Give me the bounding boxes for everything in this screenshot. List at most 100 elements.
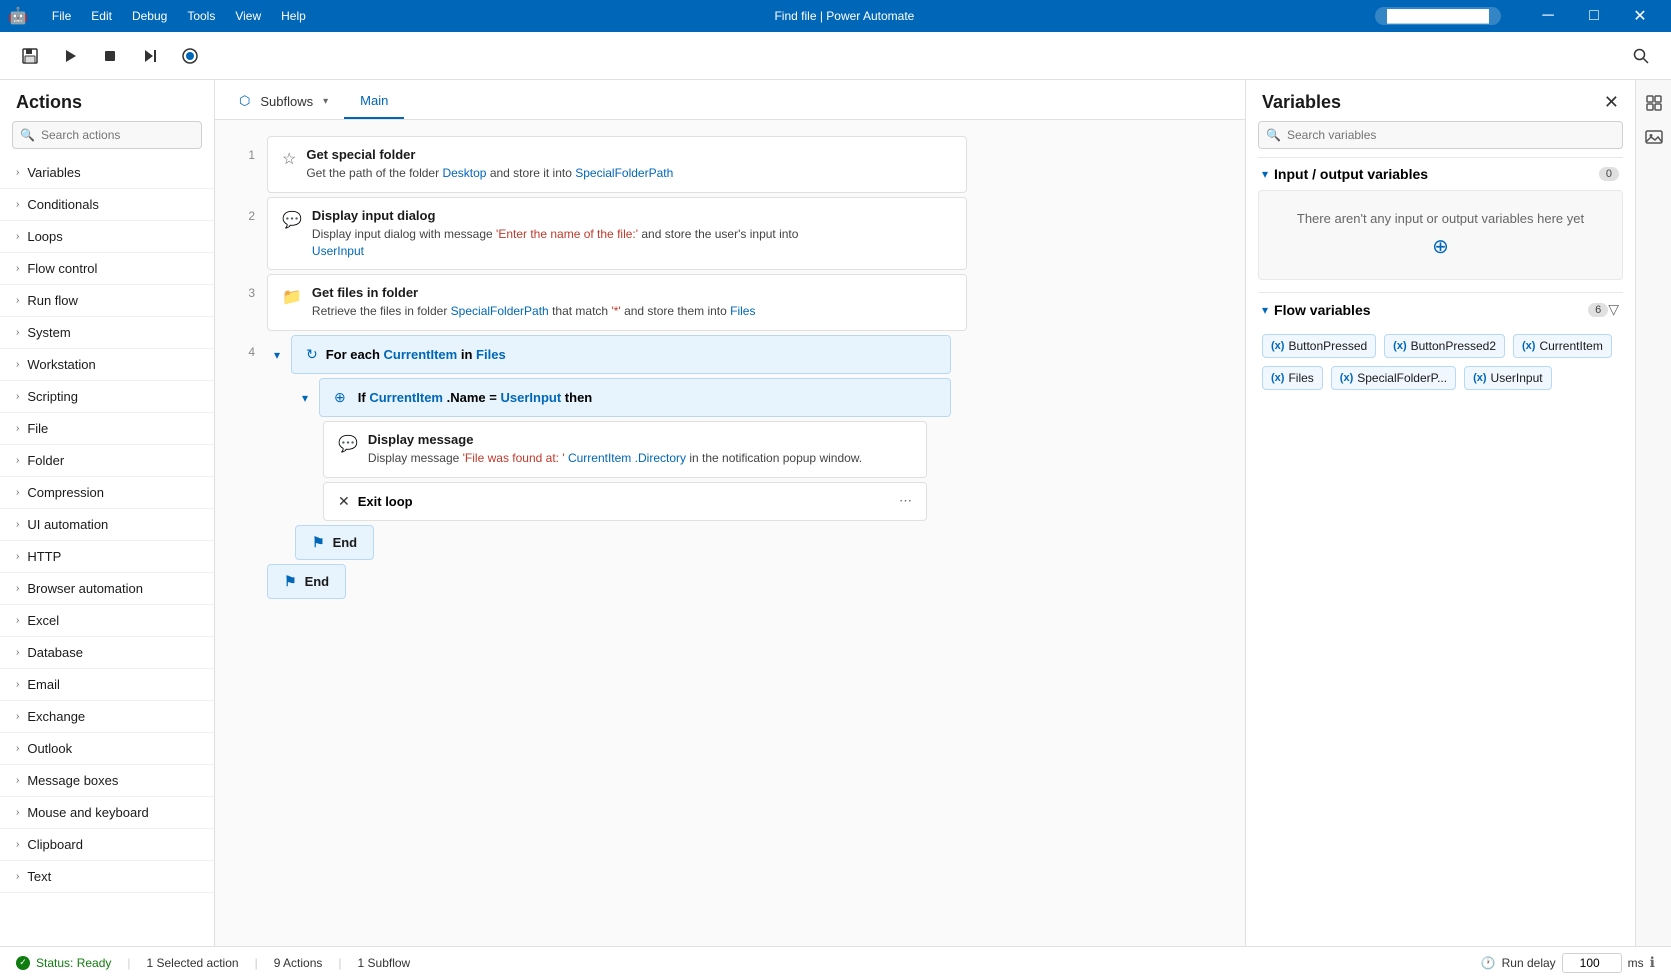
sidebar-item-scripting[interactable]: › Scripting: [0, 381, 214, 412]
exit-loop-row: ✕ Exit loop ⋯: [323, 482, 927, 521]
chevron-right-icon: ›: [16, 455, 19, 466]
maximize-button[interactable]: □: [1571, 0, 1617, 32]
if-collapse-icon[interactable]: ▾: [295, 388, 315, 408]
sidebar-item-label: Excel: [27, 613, 59, 628]
sidebar-item-run-flow[interactable]: › Run flow: [0, 285, 214, 316]
step-card-display-msg[interactable]: 💬 Display message Display message 'File …: [323, 421, 927, 478]
tab-main[interactable]: Main: [344, 83, 404, 119]
tab-subflows[interactable]: ⬡ Subflows ▾: [227, 83, 340, 119]
step-title-1: Get special folder: [306, 147, 952, 162]
var-item-buttonpressed2[interactable]: (x) ButtonPressed2: [1384, 334, 1505, 358]
close-button[interactable]: ✕: [1617, 0, 1663, 32]
var-item-files[interactable]: (x) Files: [1262, 366, 1323, 390]
menu-debug[interactable]: Debug: [124, 5, 175, 27]
var-desktop: Desktop: [442, 166, 486, 180]
sidebar-item-outlook[interactable]: › Outlook: [0, 733, 214, 764]
action-group-http: › HTTP: [0, 541, 214, 573]
var-files: Files: [730, 304, 755, 318]
if-prop: .Name: [447, 390, 486, 405]
var-item-userinput[interactable]: (x) UserInput: [1464, 366, 1551, 390]
sidebar-item-clipboard[interactable]: › Clipboard: [0, 829, 214, 860]
step-title-6: Display message: [368, 432, 912, 447]
actions-list: › Variables › Conditionals › Loops: [0, 157, 214, 946]
foreach-card[interactable]: ↻ For each CurrentItem in Files: [291, 335, 951, 374]
menu-help[interactable]: Help: [273, 5, 314, 27]
action-group-system: › System: [0, 317, 214, 349]
save-button[interactable]: [12, 38, 48, 74]
sidebar-item-compression[interactable]: › Compression: [0, 477, 214, 508]
step-card-get-files[interactable]: 📁 Get files in folder Retrieve the files…: [267, 274, 967, 331]
end-inner-card[interactable]: ⚑ End: [295, 525, 374, 560]
message-icon: 💬: [282, 210, 302, 230]
menu-file[interactable]: File: [44, 5, 79, 27]
sidebar-item-message-boxes[interactable]: › Message boxes: [0, 765, 214, 796]
io-section-title: Input / output variables: [1274, 166, 1593, 182]
search-actions-input[interactable]: [12, 121, 202, 149]
menu-edit[interactable]: Edit: [83, 5, 120, 27]
sidebar-item-http[interactable]: › HTTP: [0, 541, 214, 572]
end-inner-row: ⚑ End: [295, 525, 1229, 560]
sidebar-item-loops[interactable]: › Loops: [0, 221, 214, 252]
sidebar-item-mouse-keyboard[interactable]: › Mouse and keyboard: [0, 797, 214, 828]
end-outer-card[interactable]: ⚑ End: [267, 564, 346, 599]
run-delay-unit: ms: [1628, 956, 1644, 970]
end-outer-label: End: [305, 574, 330, 589]
sidebar-item-text[interactable]: › Text: [0, 861, 214, 892]
sidebar-item-label: Variables: [27, 165, 80, 180]
var-item-specialfolderpath[interactable]: (x) SpecialFolderP...: [1331, 366, 1456, 390]
action-group-clipboard: › Clipboard: [0, 829, 214, 861]
sidebar-item-excel[interactable]: › Excel: [0, 605, 214, 636]
step-card-get-special-folder[interactable]: ☆ Get special folder Get the path of the…: [267, 136, 967, 193]
search-variables-input[interactable]: [1258, 121, 1623, 149]
record-button[interactable]: [172, 38, 208, 74]
app-icon: 🤖: [8, 6, 28, 26]
filter-icon[interactable]: ▽: [1608, 301, 1619, 318]
status-sep-2: |: [255, 956, 258, 970]
var-files2-val: Files: [476, 347, 506, 362]
foreach-collapse-icon[interactable]: ▾: [267, 345, 287, 365]
var-name: CurrentItem: [1539, 339, 1602, 353]
menu-tools[interactable]: Tools: [179, 5, 223, 27]
stop-button[interactable]: [92, 38, 128, 74]
minimize-button[interactable]: ─: [1525, 0, 1571, 32]
sidebar-item-file[interactable]: › File: [0, 413, 214, 444]
sidebar-item-system[interactable]: › System: [0, 317, 214, 348]
var-item-currentitem[interactable]: (x) CurrentItem: [1513, 334, 1612, 358]
var-name: ButtonPressed: [1288, 339, 1367, 353]
canvas-panel: ⬡ Subflows ▾ Main 1 ☆ Get special folder: [215, 80, 1245, 946]
foreach-text: For each CurrentItem in Files: [326, 347, 506, 362]
assets-icon[interactable]: [1639, 88, 1669, 118]
var-item-buttonpressed[interactable]: (x) ButtonPressed: [1262, 334, 1376, 358]
sidebar-item-label: Database: [27, 645, 83, 660]
status-icon: ✓: [16, 956, 30, 970]
titlebar-menu: File Edit Debug Tools View Help: [44, 5, 314, 27]
step-desc-2: Display input dialog with message 'Enter…: [312, 226, 952, 260]
more-options-icon[interactable]: ⋯: [899, 493, 912, 509]
flow-section-header[interactable]: ▾ Flow variables 6 ▽: [1258, 292, 1623, 326]
sidebar-item-email[interactable]: › Email: [0, 669, 214, 700]
run-button[interactable]: [52, 38, 88, 74]
sidebar-item-label: Folder: [27, 453, 64, 468]
sidebar-item-exchange[interactable]: › Exchange: [0, 701, 214, 732]
sidebar-item-folder[interactable]: › Folder: [0, 445, 214, 476]
action-group-loops: › Loops: [0, 221, 214, 253]
action-group-flow-control: › Flow control: [0, 253, 214, 285]
step-button[interactable]: [132, 38, 168, 74]
search-button[interactable]: [1623, 38, 1659, 74]
run-delay-input[interactable]: [1562, 953, 1622, 973]
if-card[interactable]: ⊕ If CurrentItem .Name = UserInput then: [319, 378, 951, 417]
menu-view[interactable]: View: [227, 5, 269, 27]
step-card-display-input[interactable]: 💬 Display input dialog Display input dia…: [267, 197, 967, 271]
variables-close-button[interactable]: ✕: [1604, 92, 1619, 113]
sidebar-item-browser-automation[interactable]: › Browser automation: [0, 573, 214, 604]
image-icon[interactable]: [1639, 122, 1669, 152]
io-section-header[interactable]: ▾ Input / output variables 0: [1258, 157, 1623, 190]
exit-loop-card[interactable]: ✕ Exit loop ⋯: [323, 482, 927, 521]
sidebar-item-label: Mouse and keyboard: [27, 805, 148, 820]
sidebar-item-conditionals[interactable]: › Conditionals: [0, 189, 214, 220]
sidebar-item-workstation[interactable]: › Workstation: [0, 349, 214, 380]
sidebar-item-variables[interactable]: › Variables: [0, 157, 214, 188]
sidebar-item-flow-control[interactable]: › Flow control: [0, 253, 214, 284]
sidebar-item-database[interactable]: › Database: [0, 637, 214, 668]
sidebar-item-ui-automation[interactable]: › UI automation: [0, 509, 214, 540]
